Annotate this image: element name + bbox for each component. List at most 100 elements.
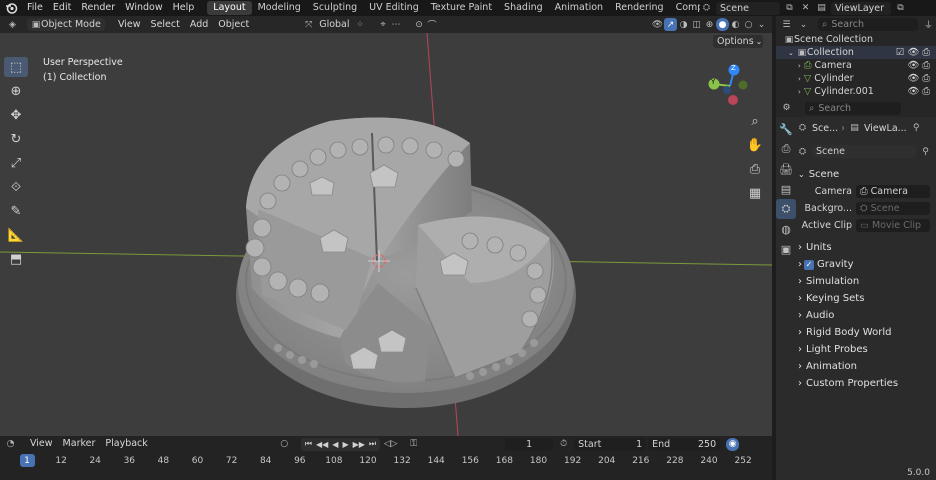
tab-modeling[interactable]: Modeling xyxy=(252,1,307,15)
select-box-tool-icon[interactable]: ⬚ xyxy=(4,57,28,77)
transform-tool-icon[interactable]: ⟐ xyxy=(4,177,28,197)
menu-help[interactable]: Help xyxy=(168,0,200,16)
outliner-funnel-icon[interactable]: ⏚ xyxy=(922,18,935,31)
subpanel-keying-sets[interactable]: › Keying Sets xyxy=(798,290,934,307)
gravity-checkbox[interactable]: ✓ xyxy=(804,259,814,270)
output-tab-icon[interactable]: 🖨 xyxy=(776,159,796,179)
tab-sculpting[interactable]: Sculpting xyxy=(307,1,363,15)
gizmo-toggle-icon[interactable]: ↗ xyxy=(664,18,677,31)
tab-shading[interactable]: Shading xyxy=(498,1,549,15)
cylinder001-expand-icon[interactable]: › xyxy=(798,88,801,96)
add-cube-tool-icon[interactable]: ⬒ xyxy=(4,249,28,269)
camera-view-icon[interactable]: ⎙ xyxy=(743,159,767,179)
camera-expand-icon[interactable]: › xyxy=(798,62,801,70)
pan-hand-icon[interactable]: ✋ xyxy=(743,135,767,155)
zoom-icon[interactable]: ⌕ xyxy=(743,111,767,131)
material-shading-icon[interactable]: ◐ xyxy=(729,18,742,31)
move-tool-icon[interactable]: ✥ xyxy=(4,105,28,125)
outliner-item-camera[interactable]: › ⎙ Camera 👁 ⎙ xyxy=(776,59,936,72)
3d-viewport[interactable]: User Perspective (1) Collection ⬚ ⊕ ✥ ↻ … xyxy=(0,33,772,436)
scene-remove-icon[interactable]: ✕ xyxy=(799,2,812,15)
breadcrumb-viewlayer[interactable]: ViewLa... xyxy=(864,123,907,134)
proportional-edit-icon[interactable]: ⊙ xyxy=(413,18,426,31)
tab-uv-editing[interactable]: UV Editing xyxy=(363,1,425,15)
menu-edit[interactable]: Edit xyxy=(48,0,76,16)
tab-animation[interactable]: Animation xyxy=(549,1,609,15)
collection-tab-icon[interactable]: ▣ xyxy=(776,239,796,259)
menu-window[interactable]: Window xyxy=(120,0,167,16)
visibility-icon[interactable]: 👁 xyxy=(651,18,664,31)
snap-icon[interactable]: ⌖ xyxy=(377,18,390,31)
xray-icon[interactable]: ◫ xyxy=(690,18,703,31)
pivot-icon[interactable]: ⁘ xyxy=(354,18,367,31)
wireframe-shading-icon[interactable]: ⊕ xyxy=(703,18,716,31)
render-tab-icon[interactable]: ⎙ xyxy=(776,139,796,159)
grid-view-icon[interactable]: ▦ xyxy=(743,183,767,203)
rendered-shading-icon[interactable]: ○ xyxy=(742,18,755,31)
rotate-tool-icon[interactable]: ↻ xyxy=(4,129,28,149)
blender-logo-icon[interactable] xyxy=(0,0,22,16)
subpanel-animation[interactable]: › Animation xyxy=(798,358,934,375)
properties-editor-icon[interactable]: ⚙ xyxy=(780,102,793,115)
vp-menu-select[interactable]: Select xyxy=(146,17,185,33)
camera-prop-field[interactable]: ⎙ Camera xyxy=(856,185,930,198)
outliner-collection[interactable]: ⌄ ▣Collection ☑ 👁 ⎙ xyxy=(776,46,936,59)
subpanel-gravity[interactable]: › ✓ Gravity xyxy=(798,256,934,273)
scene-field[interactable]: Scene xyxy=(716,1,780,15)
pin-icon[interactable]: ⚲ xyxy=(910,122,923,135)
frame-ruler[interactable]: 1 12 24 36 48 60 72 84 96 108 120 132 144 156 168 180 19… xyxy=(0,436,772,480)
collection-expand-icon[interactable]: ⌄ xyxy=(788,49,794,57)
datablock-pin-icon[interactable]: ⚲ xyxy=(919,145,932,158)
scene-panel-header[interactable]: ⌄ Scene xyxy=(798,166,934,183)
cylinder-vis-icons[interactable]: 👁 ⎙ xyxy=(907,72,930,85)
options-button[interactable]: Options ⌄ xyxy=(713,35,763,48)
subpanel-units[interactable]: › Units xyxy=(798,239,934,256)
outliner-search-input[interactable]: ⌕ Search xyxy=(818,18,918,31)
subpanel-rigid-body-world[interactable]: › Rigid Body World xyxy=(798,324,934,341)
overlay-icon[interactable]: ◑ xyxy=(677,18,690,31)
mode-select[interactable]: ▣ Object Mode xyxy=(27,18,105,31)
outliner-item-cylinder-001[interactable]: › ▽ Cylinder.001 👁 ⎙ xyxy=(776,85,936,98)
cursor-tool-icon[interactable]: ⊕ xyxy=(4,81,28,101)
shading-options-icon[interactable]: ⌄ xyxy=(755,18,768,31)
active-clip-prop-field[interactable]: ▭ Movie Clip xyxy=(856,219,930,232)
scene-tab-icon[interactable]: ⛭ xyxy=(776,199,796,219)
annotate-tool-icon[interactable]: ✎ xyxy=(4,201,28,221)
collection-vis-icons[interactable]: ☑ 👁 ⎙ xyxy=(896,46,930,59)
menu-render[interactable]: Render xyxy=(76,0,120,16)
viewlayer-field[interactable]: ViewLayer xyxy=(831,1,891,15)
subpanel-simulation[interactable]: › Simulation xyxy=(798,273,934,290)
orientation-select[interactable]: Global xyxy=(315,18,353,31)
outliner-item-cylinder[interactable]: › ▽ Cylinder 👁 ⎙ xyxy=(776,72,936,85)
cylinder001-vis-icons[interactable]: 👁 ⎙ xyxy=(907,85,930,98)
camera-vis-icons[interactable]: 👁 ⎙ xyxy=(907,59,930,72)
editor-type-icon[interactable]: ◈ xyxy=(6,18,19,31)
menu-file[interactable]: File xyxy=(22,0,48,16)
vp-menu-view[interactable]: View xyxy=(113,17,146,33)
outliner-filter-icon[interactable]: ⌄ xyxy=(797,18,810,31)
navigation-gizmo[interactable]: Z Y xyxy=(700,60,756,116)
snap-target-icon[interactable]: ⋯ xyxy=(390,18,403,31)
scale-tool-icon[interactable]: ⤢ xyxy=(4,153,28,173)
view-layer-tab-icon[interactable]: ▤ xyxy=(776,179,796,199)
cylinder-expand-icon[interactable]: › xyxy=(798,75,801,83)
subpanel-audio[interactable]: › Audio xyxy=(798,307,934,324)
scene-new-icon[interactable]: ⧉ xyxy=(783,2,796,15)
tab-texture-paint[interactable]: Texture Paint xyxy=(425,1,498,15)
solid-shading-icon[interactable]: ● xyxy=(716,18,729,31)
tab-rendering[interactable]: Rendering xyxy=(609,1,670,15)
subpanel-custom-properties[interactable]: › Custom Properties xyxy=(798,375,934,392)
background-prop-field[interactable]: ⛭ Scene xyxy=(856,202,930,215)
vp-menu-object[interactable]: Object xyxy=(213,17,254,33)
viewlayer-new-icon[interactable]: ⧉ xyxy=(894,2,907,15)
tool-tab-icon[interactable]: 🔧 xyxy=(776,119,796,139)
properties-search-input[interactable]: ⌕ Search xyxy=(805,101,901,115)
tab-layout[interactable]: Layout xyxy=(207,1,252,15)
world-tab-icon[interactable]: ◍ xyxy=(776,219,796,239)
vp-menu-add[interactable]: Add xyxy=(185,17,213,33)
proportional-falloff-icon[interactable]: ⌒ xyxy=(426,18,439,31)
breadcrumb-scene[interactable]: Sce... xyxy=(812,123,838,134)
outliner-editor-icon[interactable]: ☰ xyxy=(780,18,793,31)
measure-tool-icon[interactable]: 📐 xyxy=(4,225,28,245)
subpanel-light-probes[interactable]: › Light Probes xyxy=(798,341,934,358)
